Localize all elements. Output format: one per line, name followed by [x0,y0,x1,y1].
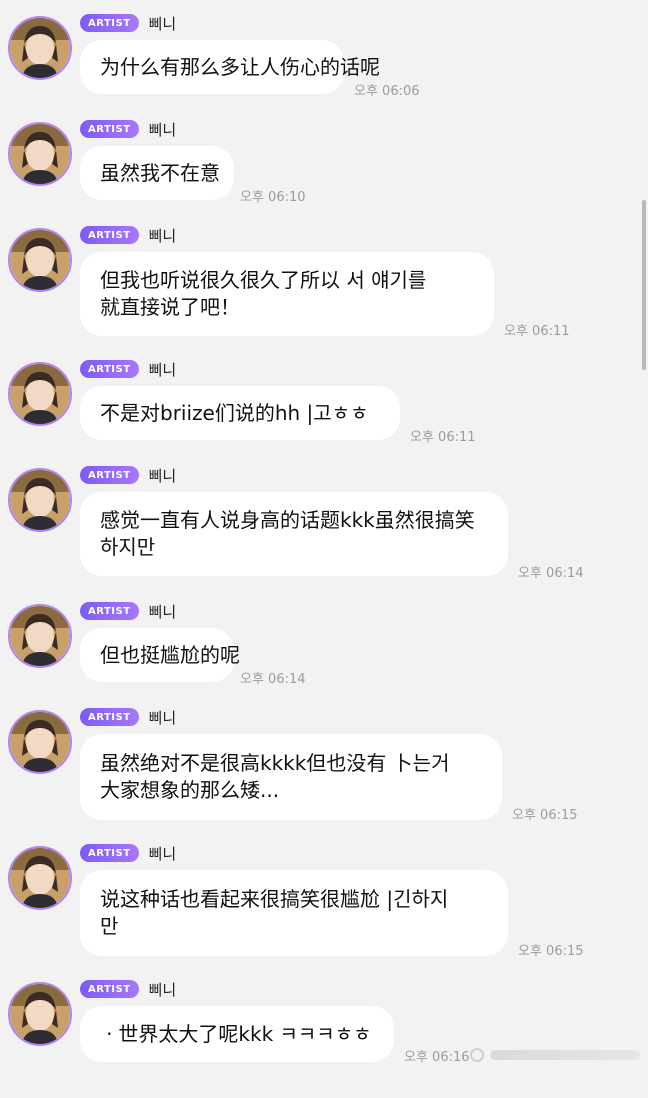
message-text: ㆍ世界太大了呢kkk ㅋㅋㅋㅎㅎ [100,1021,372,1046]
sender-name: 삐니 [148,708,177,727]
message-text: 但也挺尴尬的呢 [100,642,240,667]
message-time: 오후 06:11 [504,324,570,339]
sender-name: 삐니 [148,980,177,999]
sender-name: 삐니 [148,360,177,379]
message-row: ARTIST 삐니 说这种话也看起来很搞笑很尴尬 |긴하지 만 오후 06:15 [0,842,648,962]
sender-name: 삐니 [148,226,177,245]
message-meta: ARTIST 삐니 [80,706,176,728]
sender-name: 삐니 [148,14,177,33]
artist-badge: ARTIST [80,844,139,862]
sender-name: 삐니 [148,844,177,863]
avatar-icon [10,606,70,666]
message-row: ARTIST 삐니 感觉一直有人说身高的话题kkk虽然很搞笑 하지만 오후 06… [0,464,648,584]
watermark-bar [490,1050,640,1060]
watermark [470,1048,640,1062]
message-bubble[interactable]: ㆍ世界太大了呢kkk ㅋㅋㅋㅎㅎ [80,1006,394,1062]
message-meta: ARTIST 삐니 [80,118,176,140]
message-time: 오후 06:14 [518,566,584,581]
avatar-icon [10,124,70,184]
avatar[interactable] [8,604,72,668]
message-time: 오후 06:16 [404,1050,470,1065]
avatar-icon [10,364,70,424]
avatar[interactable] [8,846,72,910]
message-row: ARTIST 삐니 为什么有那么多让人伤心的话呢 오후 06:06 [0,12,648,132]
message-time: 오후 06:14 [240,672,306,687]
artist-badge: ARTIST [80,708,139,726]
message-text: 但我也听说很久很久了所以 서 얘기를 就直接说了吧！ [100,268,427,319]
avatar-icon [10,712,70,772]
avatar-icon [10,984,70,1044]
avatar[interactable] [8,982,72,1046]
watermark-logo-icon [470,1048,484,1062]
artist-badge: ARTIST [80,14,139,32]
message-meta: ARTIST 삐니 [80,12,176,34]
message-row: ARTIST 삐니 虽然我不在意 오후 06:10 [0,118,648,238]
artist-badge: ARTIST [80,602,139,620]
avatar[interactable] [8,228,72,292]
message-text: 感觉一直有人说身高的话题kkk虽然很搞笑 하지만 [100,508,475,559]
message-row: ARTIST 삐니 虽然绝对不是很高kkkk但也没有 卜는거 大家想象的那么矮.… [0,706,648,826]
message-text: 不是对briize们说的hh |고ㅎㅎ [100,400,369,425]
message-text: 说这种话也看起来很搞笑很尴尬 |긴하지 만 [100,887,449,938]
message-time: 오후 06:15 [518,944,584,959]
avatar[interactable] [8,122,72,186]
avatar[interactable] [8,468,72,532]
message-row: ARTIST 삐니 ㆍ世界太大了呢kkk ㅋㅋㅋㅎㅎ 오후 06:16 [0,978,648,1098]
message-time: 오후 06:10 [240,190,306,205]
message-text: 为什么有那么多让人伤心的话呢 [100,54,380,79]
avatar-icon [10,848,70,908]
sender-name: 삐니 [148,602,177,621]
artist-badge: ARTIST [80,980,139,998]
message-bubble[interactable]: 感觉一直有人说身高的话题kkk虽然很搞笑 하지만 [80,492,508,576]
message-row: ARTIST 삐니 但我也听说很久很久了所以 서 얘기를 就直接说了吧！ 오후 … [0,224,648,344]
message-bubble[interactable]: 但我也听说很久很久了所以 서 얘기를 就直接说了吧！ [80,252,494,336]
message-text: 虽然我不在意 [100,160,220,185]
avatar[interactable] [8,710,72,774]
message-row: ARTIST 삐니 不是对briize们说的hh |고ㅎㅎ 오후 06:11 [0,358,648,478]
artist-badge: ARTIST [80,360,139,378]
artist-badge: ARTIST [80,466,139,484]
message-meta: ARTIST 삐니 [80,358,176,380]
avatar-icon [10,470,70,530]
message-bubble[interactable]: 不是对briize们说的hh |고ㅎㅎ [80,386,400,440]
message-row: ARTIST 삐니 但也挺尴尬的呢 오후 06:14 [0,600,648,720]
message-text: 虽然绝对不是很高kkkk但也没有 卜는거 大家想象的那么矮... [100,751,450,802]
message-meta: ARTIST 삐니 [80,224,176,246]
message-time: 오후 06:15 [512,808,578,823]
message-meta: ARTIST 삐니 [80,842,176,864]
sender-name: 삐니 [148,466,177,485]
message-time: 오후 06:06 [354,84,420,99]
avatar[interactable] [8,16,72,80]
message-bubble[interactable]: 说这种话也看起来很搞笑很尴尬 |긴하지 만 [80,870,508,956]
scrollbar[interactable] [642,200,646,370]
message-bubble[interactable]: 但也挺尴尬的呢 [80,628,240,682]
message-meta: ARTIST 삐니 [80,464,176,486]
artist-badge: ARTIST [80,226,139,244]
message-meta: ARTIST 삐니 [80,600,176,622]
chat-feed: ARTIST 삐니 为什么有那么多让人伤心的话呢 오후 06:06 ARTIST… [0,0,648,1076]
message-meta: ARTIST 삐니 [80,978,176,1000]
sender-name: 삐니 [148,120,177,139]
avatar[interactable] [8,362,72,426]
message-time: 오후 06:11 [410,430,476,445]
message-bubble[interactable]: 虽然我不在意 [80,146,234,200]
avatar-icon [10,18,70,78]
message-bubble[interactable]: 虽然绝对不是很高kkkk但也没有 卜는거 大家想象的那么矮... [80,734,502,820]
message-bubble[interactable]: 为什么有那么多让人伤心的话呢 [80,40,380,94]
avatar-icon [10,230,70,290]
artist-badge: ARTIST [80,120,139,138]
